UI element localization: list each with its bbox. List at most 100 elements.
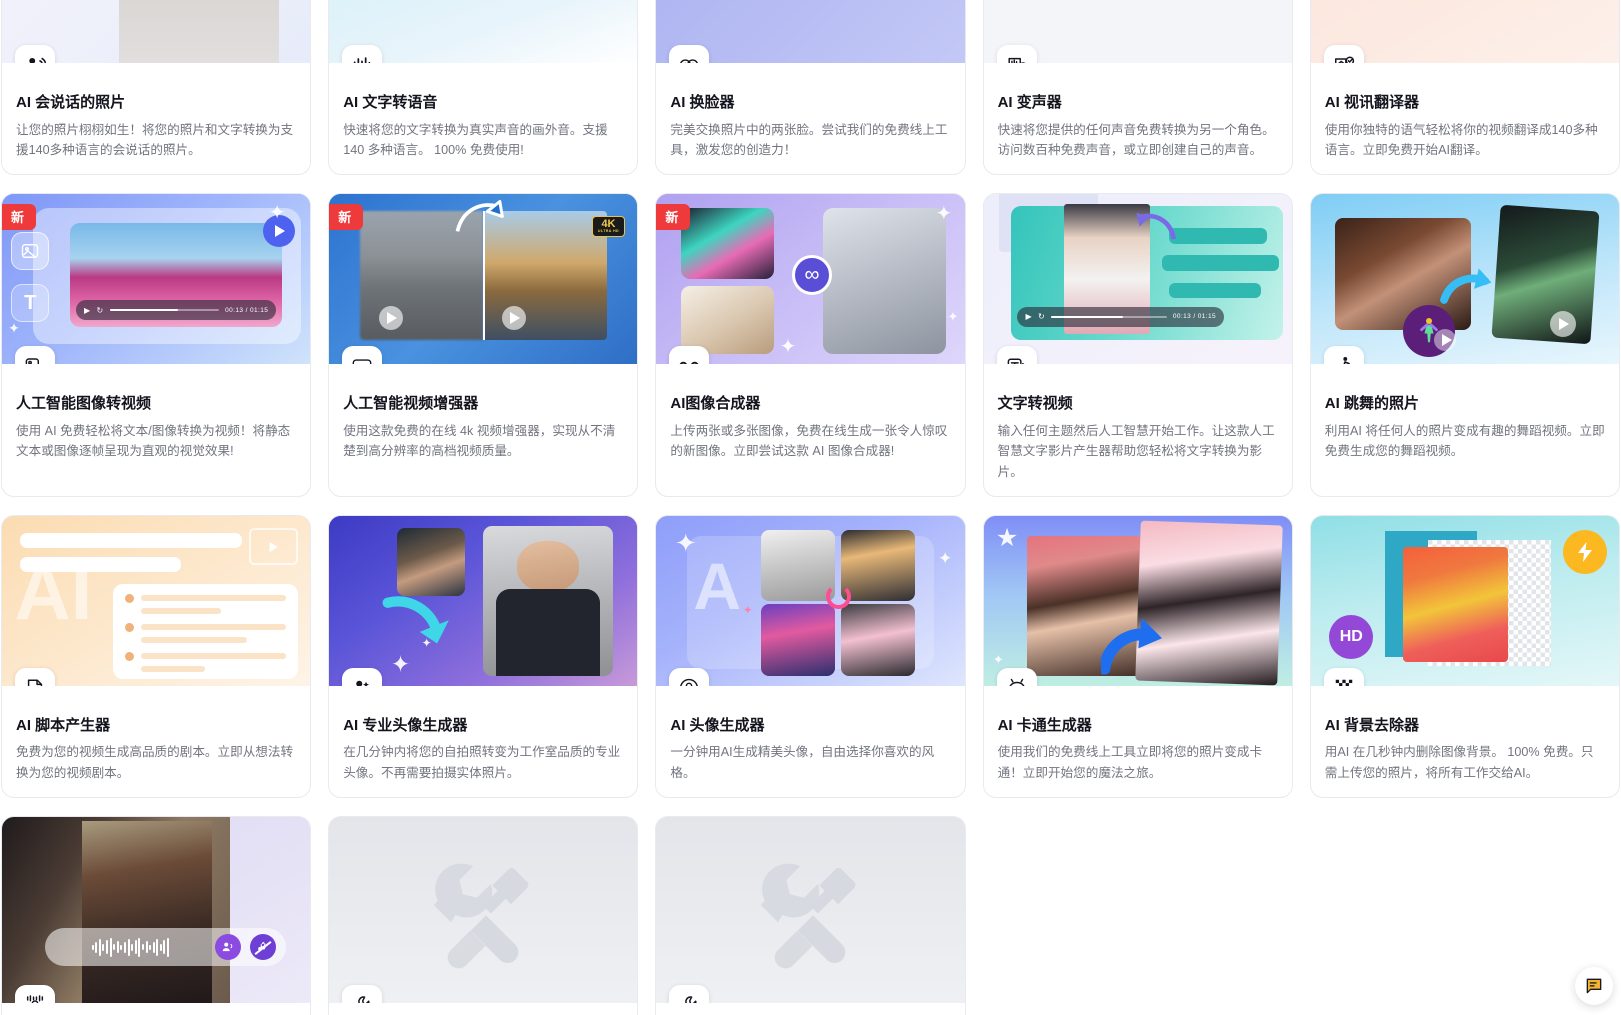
card-description: 输入任何主题然后人工智慧开始工作。让这款人工智慧文字影片产生器帮助您轻松将文字转… <box>997 423 1275 479</box>
card-description: 使用 AI 免费轻松将文本/图像转换为视频！将静态文本或图像逐帧呈现为直观的视觉… <box>16 423 291 459</box>
card-title: 文字转视频 <box>997 395 1073 413</box>
card-meta: 文字转视频输入任何主题然后人工智慧开始工作。让这款人工智慧文字影片产生器帮助您轻… <box>984 364 1292 496</box>
tool-card-ai-video-translator[interactable]: 03:47 / 10:11SpanishAI 视讯翻译器使用你独特的语气轻松将你… <box>1309 0 1620 176</box>
card-title: AI 头像生成器 <box>670 716 765 734</box>
tool-card-ai-dancing-photo[interactable]: AI 跳舞的照片 利用AI 将任何人的照片变成有趣的舞蹈视频。立即免费生成您的舞蹈… <box>1309 193 1620 497</box>
card-thumbnail: 03:47 / 10:11Spanish <box>1310 0 1619 63</box>
card-meta: AI 跳舞的照片 利用AI 将任何人的照片变成有趣的舞蹈视频。立即免费生成您的舞蹈… <box>1311 364 1619 496</box>
checker-icon <box>1323 667 1364 686</box>
new-badge: 新 <box>329 204 363 231</box>
card-meta: AI 换脸器完美交换照片中的两张脸。尝试我们的免费线上工具，激发您的创造力！ <box>656 63 964 174</box>
card-meta: AI 脚本产生器免费为您的视频生成高品质的剧本。立即从想法转换为您的视频剧本。 <box>2 686 310 797</box>
card-meta: AI 变声器快速将您提供的任何声音免费转换为另一个角色。访问数百种免费声音，或立… <box>984 63 1292 174</box>
chat-bubble-icon <box>1586 978 1602 994</box>
tool-card-ai-voice-changer[interactable]: AI 变声器快速将您提供的任何声音免费转换为另一个角色。访问数百种免费声音，或立… <box>982 0 1293 176</box>
tool-card-ai-text-to-speech[interactable]: AI 文字转语音快速将您的文字转换为真实声音的画外音。支援140 多种语言。 1… <box>328 0 639 176</box>
new-badge: 新 <box>2 204 36 231</box>
card-description: 让您的照片栩栩如生！将您的照片和文字转换为支援140多种语言的会说话的照片。 <box>16 122 294 157</box>
card-thumbnail: HD <box>1310 515 1619 686</box>
card-meta: AI 文字转语音快速将您的文字转换为真实声音的画外音。支援140 多种语言。 1… <box>329 63 637 174</box>
card-title: AI图像合成器 <box>670 395 761 413</box>
card-meta: AI 头像生成器一分钟用AI生成精美头像，自由选择你喜欢的风格。 <box>656 686 964 797</box>
tool-card-ai-vocal-remover[interactable]: AI 人声消除器透过AI准确分离人声和背景音讯。 100% 免费。支援多种格式。 <box>1 816 312 1015</box>
card-title: AI 卡通生成器 <box>997 716 1092 734</box>
tool-card-ai-video-compressor[interactable]: AI 视讯压缩器线上批次减小视讯档案大小且不损失品质。支援MP4、MKV、AVI… <box>655 816 966 1015</box>
tool-card-ai-script-generator[interactable]: AI AI 脚本产生器 免费为您的视频生成高品质的剧本。立即从想法转换为您的视频剧本… <box>1 514 312 799</box>
card-meta: AI 专业头像生成器 在几分钟内将您的自拍照转变为工作室品质的专业头像。不再需要拍… <box>329 686 637 797</box>
card-thumbnail <box>2 0 311 63</box>
face-swap-icon <box>669 45 710 63</box>
cartoon-face-icon <box>996 667 1037 686</box>
card-title: AI 跳舞的照片 <box>1324 395 1419 413</box>
card-thumbnail <box>329 0 638 63</box>
voice-chat-icon <box>996 45 1037 63</box>
card-description: 免费为您的视频生成高品质的剧本。立即从想法转换为您的视频剧本。 <box>16 745 294 780</box>
talking-head-icon <box>15 45 55 63</box>
card-title: AI 背景去除器 <box>1324 716 1419 734</box>
card-meta: AI 视讯翻译器使用你独特的语气轻松将你的视频翻译成140多种语言。立即免费开始… <box>1311 63 1619 174</box>
tool-card-text-to-video[interactable]: ▶ ↻ 00:13 / 01:15 文字转视频 输入任何主题然后人工智慧开始工作。让这款… <box>982 193 1293 497</box>
card-description: 一分钟用AI生成精美头像，自由选择你喜欢的风格。 <box>670 745 935 780</box>
card-meta: 人工智能图像转视频使用 AI 免费轻松将文本/图像转换为视频！将静态文本或图像逐… <box>2 364 310 496</box>
tool-card-url-to-video[interactable]: 网址转视频只需输入您的URL，我们就会在几分钟内将部落格文章或亚马逊页面转换为带… <box>328 816 639 1015</box>
headshot-icon <box>342 667 383 686</box>
avatar-user-icon <box>669 667 710 686</box>
card-thumbnail: ✦ ✦ <box>329 515 638 686</box>
mic-wave-icon <box>15 985 55 1004</box>
image-to-video-icon <box>15 346 55 365</box>
card-title: AI 变声器 <box>997 94 1062 111</box>
card-thumbnail: 4KULTRA HD新HD <box>329 194 638 365</box>
card-title: AI 文字转语音 <box>343 94 438 111</box>
tool-card-ai-avatar-generator[interactable]: A ✦ ✦ ✦ AI 头像生成器 一分钟用AI生成精美头像，自由选择你喜欢的风格。 <box>655 514 966 799</box>
tool-card-ai-talking-photo[interactable]: AI 会说话的照片 让您的照片栩栩如生！将您的照片和文字转换为支援140多种语言的… <box>1 0 312 176</box>
card-meta: AI 视讯压缩器线上批次减小视讯档案大小且不损失品质。支援MP4、MKV、AVI… <box>656 1003 964 1015</box>
card-title: AI 视讯翻译器 <box>1324 94 1419 111</box>
card-description: 完美交换照片中的两张脸。尝试我们的免费线上工具，激发您的创造力！ <box>670 122 948 157</box>
card-title: AI 脚本产生器 <box>16 716 111 734</box>
dancing-person-icon <box>1323 346 1364 365</box>
tool-card-ai-face-swapper[interactable]: AI 换脸器完美交换照片中的两张脸。尝试我们的免费线上工具，激发您的创造力！ <box>655 0 966 176</box>
hd-icon: HD <box>342 346 383 365</box>
card-meta: AI 人声消除器透过AI准确分离人声和背景音讯。 100% 免费。支援多种格式。 <box>2 1003 310 1015</box>
card-thumbnail <box>656 817 965 1004</box>
card-thumbnail: A ✦ ✦ ✦ <box>656 515 965 686</box>
wrench-icon <box>342 985 383 1004</box>
tool-card-ai-image-to-video[interactable]: T ▶ ↻ 00:13 / 01:15 ✦ ✦ 新人工智能图像转视频使用 AI 免费轻松将文… <box>1 193 312 497</box>
card-title: AI 换脸器 <box>670 94 735 111</box>
tool-card-ai-headshot-generator[interactable]: ✦ ✦ AI 专业头像生成器 在几分钟内将您的自拍照转变为工作室品质的专业头像。不再需… <box>328 514 639 799</box>
translate-bubble-icon <box>1323 45 1364 63</box>
card-meta: 人工智能视频增强器使用这款免费的在线 4k 视频增强器，实现从不清楚到高分辨率的… <box>329 364 637 496</box>
card-thumbnail: ∞ ✦ ✦ ✦ 新 <box>656 194 965 365</box>
tool-card-ai-image-combiner[interactable]: ∞ ✦ ✦ ✦ 新 AI图像合成器 上传两张或多张图像，免费在线生成一张令人惊叹的新图像。立… <box>655 193 966 497</box>
card-thumbnail <box>2 817 311 1004</box>
card-thumbnail: AI <box>2 515 311 686</box>
tool-card-ai-background-remover[interactable]: HD AI 背景去除器用AI 在几秒钟内删除图像背景。 100% 免费。只需上传您… <box>1309 514 1620 799</box>
card-thumbnail <box>983 0 1292 63</box>
card-description: 快速将您的文字转换为真实声音的画外音。支援140 多种语言。 100% 免费使用… <box>343 122 608 157</box>
card-description: 快速将您提供的任何声音免费转换为另一个角色。访问数百种免费声音，或立即创建自己的… <box>997 122 1275 157</box>
card-meta: 网址转视频只需输入您的URL，我们就会在几分钟内将部落格文章或亚马逊页面转换为带… <box>329 1003 637 1015</box>
card-thumbnail <box>656 0 965 63</box>
card-thumbnail <box>1310 194 1619 365</box>
card-description: 使用我们的免费线上工具立即将您的照片变成卡通！立即开始您的魔法之旅。 <box>997 745 1263 780</box>
card-description: 在几分钟内将您的自拍照转变为工作室品质的专业头像。不再需要拍摄实体照片。 <box>343 745 621 780</box>
tool-card-ai-cartoon-generator[interactable]: ★ ✦ AI 卡通生成器 使用我们的免费线上工具立即将您的照片变成卡通！立即开始您的魔… <box>982 514 1293 799</box>
card-description: 使用你独特的语气轻松将你的视频翻译成140多种语言。立即免费开始AI翻译。 <box>1324 122 1598 157</box>
card-title: 人工智能视频增强器 <box>343 395 479 413</box>
tool-card-ai-video-enhancer[interactable]: 4KULTRA HD新HD人工智能视频增强器使用这款免费的在线 4k 视频增强器… <box>328 193 639 497</box>
card-meta: AI 会说话的照片 让您的照片栩栩如生！将您的照片和文字转换为支援140多种语言的… <box>2 63 310 174</box>
card-description: 使用这款免费的在线 4k 视频增强器，实现从不清楚到高分辨率的高档视频质量。 <box>343 423 616 459</box>
card-description: 用AI 在几秒钟内删除图像背景。 100% 免费。只需上传您的照片，将所有工作交… <box>1324 745 1594 780</box>
text-video-icon <box>996 346 1037 365</box>
card-meta: AI图像合成器上传两张或多张图像，免费在线生成一张令人惊叹的新图像。立即尝试这款… <box>656 364 964 496</box>
card-thumbnail: T ▶ ↻ 00:13 / 01:15 ✦ ✦ 新 <box>2 194 311 365</box>
card-title: 人工智能图像转视频 <box>16 395 152 413</box>
chat-support-fab[interactable] <box>1575 967 1613 1005</box>
tools-grid: AI 会说话的照片 让您的照片栩栩如生！将您的照片和文字转换为支援140多种语言的… <box>0 0 1621 1015</box>
script-icon <box>15 667 55 686</box>
card-thumbnail <box>329 817 638 1004</box>
card-meta: AI 卡通生成器使用我们的免费线上工具立即将您的照片变成卡通！立即开始您的魔法之… <box>984 686 1292 797</box>
card-thumbnail: ▶ ↻ 00:13 / 01:15 <box>983 194 1292 365</box>
infinity-icon <box>669 346 710 365</box>
card-description: 上传两张或多张图像，免费在线生成一张令人惊叹的新图像。立即尝试这款 AI 图像合… <box>670 423 948 459</box>
